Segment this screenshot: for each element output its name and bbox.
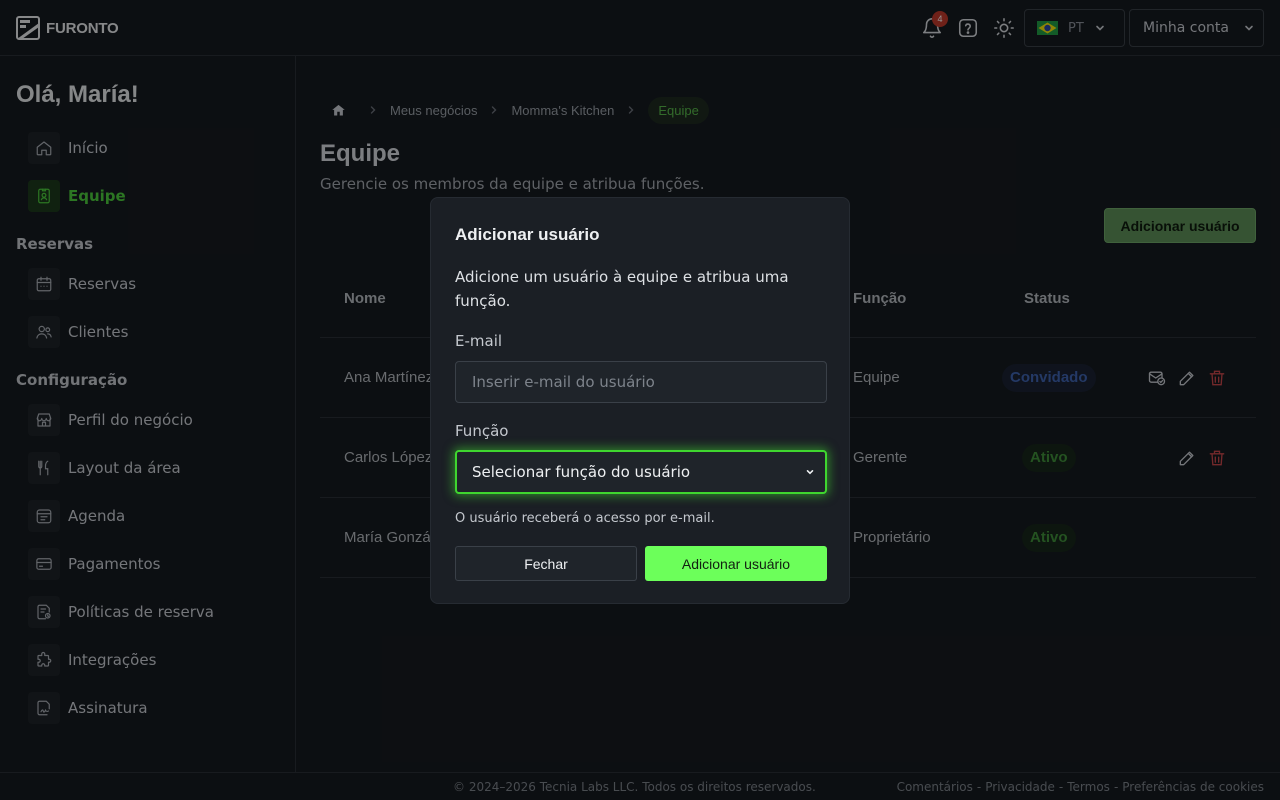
role-select[interactable]: Selecionar função do usuário xyxy=(455,450,827,494)
add-user-modal: Adicionar usuário Adicione um usuário à … xyxy=(430,197,850,604)
role-label: Função xyxy=(455,422,509,440)
confirm-add-user-button[interactable]: Adicionar usuário xyxy=(645,546,827,581)
email-label: E-mail xyxy=(455,332,503,350)
modal-title: Adicionar usuário xyxy=(455,225,600,244)
modal-description: Adicione um usuário à equipe e atribua u… xyxy=(455,268,789,310)
close-button[interactable]: Fechar xyxy=(455,546,637,581)
help-text: O usuário receberá o acesso por e-mail. xyxy=(455,511,715,526)
chevron-down-icon xyxy=(806,470,814,475)
email-field[interactable] xyxy=(455,361,827,403)
role-select-value: Selecionar função do usuário xyxy=(472,463,691,481)
